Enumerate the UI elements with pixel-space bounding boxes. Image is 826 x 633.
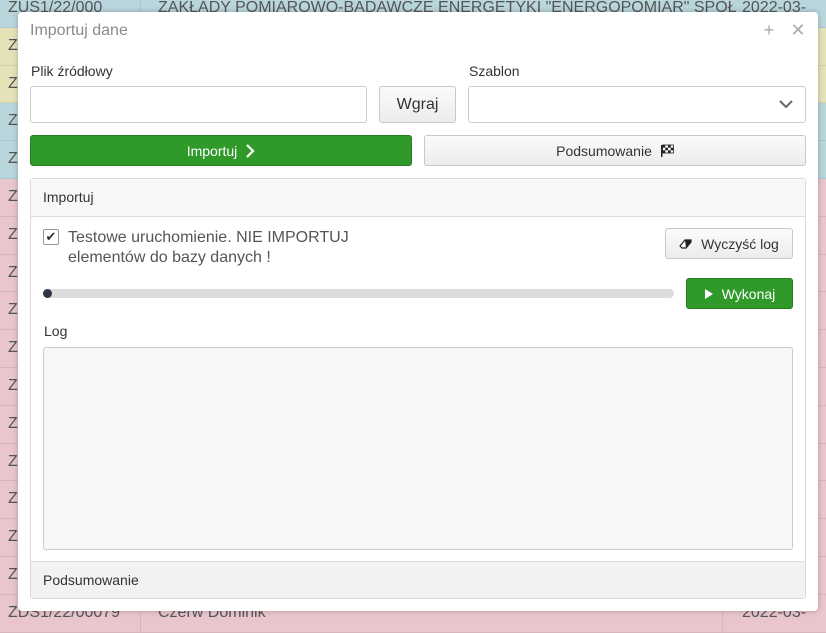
clear-log-button[interactable]: Wyczyść log — [665, 228, 793, 259]
summary-step-button[interactable]: Podsumowanie — [424, 135, 806, 166]
test-run-checkbox[interactable]: ✔ — [43, 229, 59, 245]
background-cell: Z — [8, 188, 18, 205]
test-run-label: Testowe uruchomienie. NIE IMPORTUJ eleme… — [68, 229, 349, 266]
template-select[interactable] — [468, 86, 806, 123]
log-label: Log — [44, 323, 68, 339]
background-cell: Z — [8, 301, 18, 319]
chevron-down-icon — [779, 99, 793, 109]
checkmark-icon: ✔ — [45, 229, 57, 244]
import-panel: Importuj ✔ Testowe uruchomienie. NIE IMP… — [30, 178, 806, 599]
log-textarea[interactable] — [43, 347, 793, 550]
progress-bar — [43, 289, 674, 298]
chevron-right-icon — [245, 143, 255, 158]
template-label: Szablon — [469, 63, 520, 79]
checkered-flag-icon — [660, 144, 674, 158]
summary-panel-title: Podsumowanie — [43, 572, 139, 588]
import-panel-header: Importuj — [31, 179, 805, 217]
progress-fill — [43, 289, 52, 298]
play-icon — [704, 288, 714, 300]
close-icon[interactable]: ✕ — [790, 21, 806, 39]
background-cell: Z — [8, 528, 18, 546]
summary-panel-header[interactable]: Podsumowanie — [31, 561, 805, 598]
import-dialog: Importuj dane + ✕ Plik źródłowy Wgraj Sz… — [18, 12, 818, 611]
source-file-label: Plik źródłowy — [31, 63, 113, 79]
run-button[interactable]: Wykonaj — [686, 278, 793, 309]
upload-button[interactable]: Wgraj — [379, 86, 456, 123]
background-cell: Z — [8, 225, 18, 243]
background-cell: Z — [8, 377, 18, 394]
background-cell: Z — [8, 414, 18, 432]
background-cell: Z — [8, 263, 18, 281]
background-cell: Z — [8, 566, 18, 583]
eraser-icon — [679, 238, 693, 250]
import-step-button[interactable]: Importuj — [30, 135, 412, 166]
source-file-input[interactable] — [30, 86, 367, 123]
background-cell: Z — [8, 339, 18, 357]
background-cell: Z — [8, 452, 18, 470]
dialog-title: Importuj dane — [30, 22, 128, 39]
background-cell: Z — [8, 490, 18, 508]
maximize-icon[interactable]: + — [761, 21, 777, 39]
import-panel-title: Importuj — [43, 189, 94, 205]
